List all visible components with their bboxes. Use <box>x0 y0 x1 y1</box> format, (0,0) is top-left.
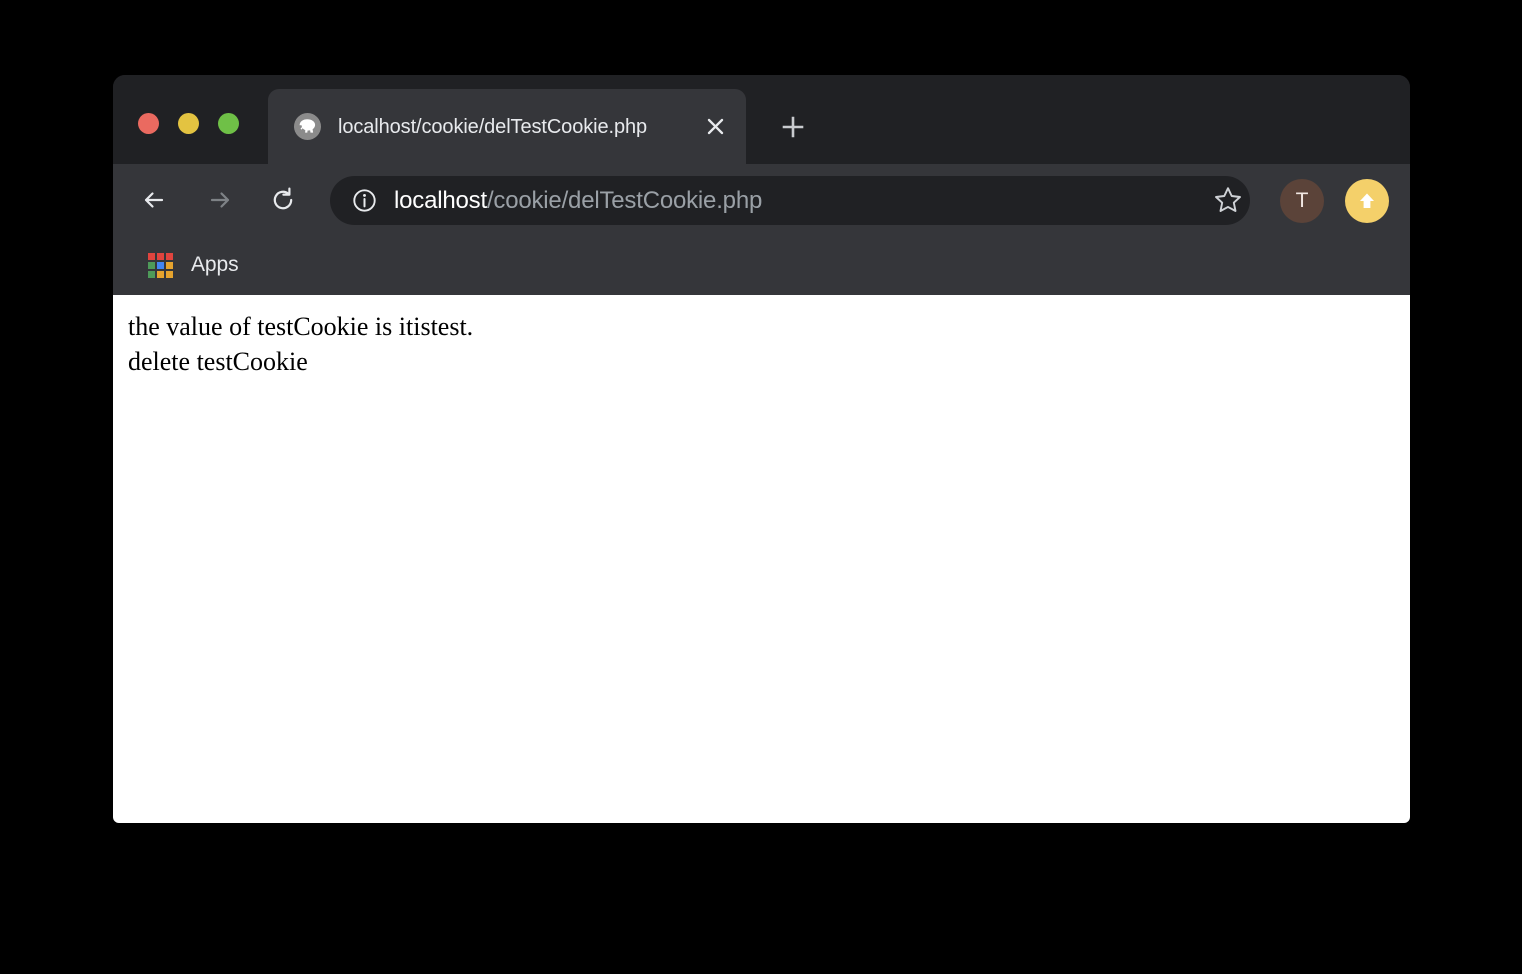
page-viewport: the value of testCookie is itistest. del… <box>113 295 1410 823</box>
tab-title: localhost/cookie/delTestCookie.php <box>338 115 648 138</box>
up-arrow-icon[interactable] <box>1345 179 1389 223</box>
minimize-window-button[interactable] <box>178 113 199 134</box>
avatar[interactable]: T <box>1280 179 1324 223</box>
forward-arrow-icon[interactable] <box>195 176 243 224</box>
apps-grid-cell <box>148 252 155 260</box>
url-text[interactable]: localhost/cookie/delTestCookie.php <box>394 187 762 215</box>
info-circle-icon[interactable] <box>351 188 377 214</box>
close-icon[interactable] <box>696 108 734 146</box>
apps-grid-cell <box>157 261 164 269</box>
tab-strip: localhost/cookie/delTestCookie.php <box>113 75 1410 164</box>
apps-grid-cell <box>148 270 155 278</box>
bookmark-item-apps[interactable]: Apps <box>139 244 247 286</box>
apps-grid-cell <box>166 261 173 269</box>
apps-grid-cell <box>148 261 155 269</box>
url-path: /cookie/delTestCookie.php <box>486 186 763 214</box>
apps-grid-cell <box>157 252 164 260</box>
back-arrow-icon[interactable] <box>131 176 179 224</box>
url-host: localhost <box>394 186 487 214</box>
bookmark-item-label: Apps <box>191 253 239 276</box>
browser-toolbar: localhost/cookie/delTestCookie.php T <box>113 164 1410 236</box>
browser-tab-active[interactable]: localhost/cookie/delTestCookie.php <box>268 89 746 164</box>
apps-grid-cell <box>166 270 173 278</box>
php-elephant-icon <box>294 113 321 140</box>
browser-window: localhost/cookie/delTestCookie.php local… <box>113 75 1410 823</box>
page-body-text: the value of testCookie is itistest. del… <box>128 312 474 376</box>
reload-icon[interactable] <box>259 176 307 224</box>
close-window-button[interactable] <box>138 113 159 134</box>
apps-grid-cell <box>166 252 173 260</box>
address-bar[interactable]: localhost/cookie/delTestCookie.php <box>330 176 1250 225</box>
new-tab-button[interactable] <box>773 107 813 147</box>
bookmarks-bar: Apps <box>113 236 1410 295</box>
apps-grid-cell <box>157 270 164 278</box>
window-controls <box>138 113 239 134</box>
apps-grid-icon <box>148 252 173 278</box>
maximize-window-button[interactable] <box>218 113 239 134</box>
star-outline-icon[interactable] <box>1205 177 1251 223</box>
avatar-initial: T <box>1295 189 1309 212</box>
